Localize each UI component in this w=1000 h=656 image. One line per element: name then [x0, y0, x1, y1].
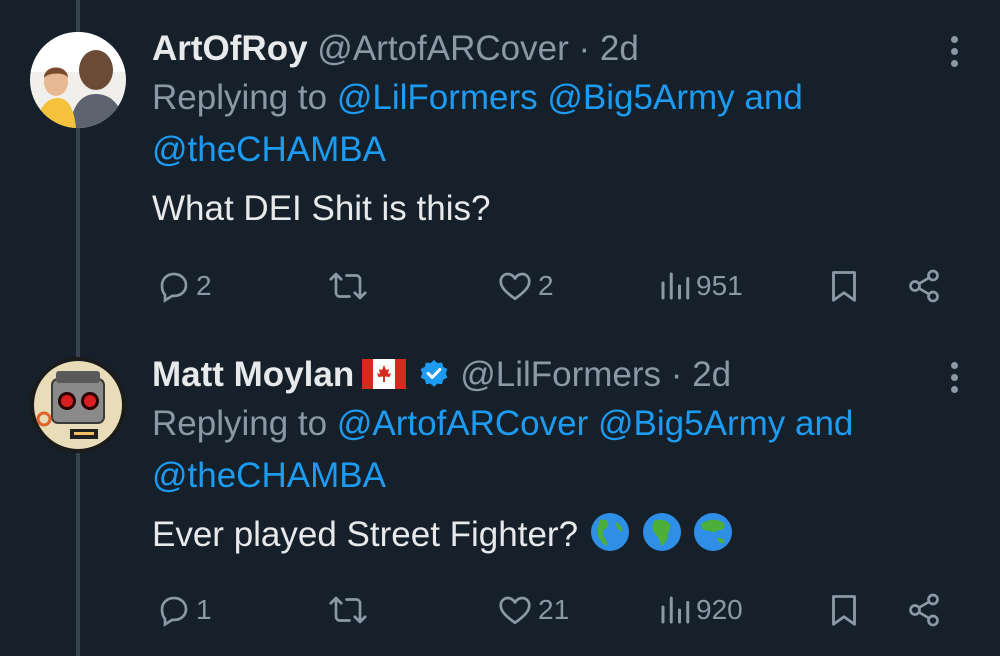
views-button[interactable]: 951	[658, 264, 743, 308]
user-handle[interactable]: @ArtofARCover	[317, 29, 568, 68]
tweet-header: Matt Moylan @LilFormers · 2d	[152, 352, 940, 398]
mention-link[interactable]: @Big5Army	[547, 78, 734, 117]
analytics-icon	[661, 272, 690, 300]
bookmark-icon	[832, 271, 856, 302]
mention-and[interactable]: and	[744, 78, 802, 117]
separator: ·	[578, 29, 591, 68]
replying-to: Replying to @ArtofARCover @Big5Army and …	[152, 398, 940, 502]
globe-americas-icon	[590, 513, 629, 551]
repost-button[interactable]	[328, 588, 372, 632]
separator: ·	[670, 355, 683, 394]
like-count: 2	[538, 270, 554, 301]
mention-link[interactable]: @ArtofARCover	[337, 404, 588, 443]
action-bar: 1 21 920	[150, 588, 950, 632]
display-name[interactable]: Matt Moylan	[152, 355, 354, 394]
heart-icon	[499, 272, 531, 301]
repost-icon	[329, 596, 367, 624]
action-bar: 2 2 951	[150, 264, 950, 308]
like-button[interactable]: 2	[496, 264, 554, 308]
mention-link[interactable]: @theCHAMBA	[152, 130, 386, 169]
analytics-icon	[661, 596, 690, 624]
like-button[interactable]: 21	[496, 588, 569, 632]
mention-link[interactable]: @Big5Army	[598, 404, 785, 443]
avatar[interactable]	[30, 357, 126, 453]
like-count: 21	[538, 594, 570, 625]
tweet-text: Ever played Street Fighter?	[152, 512, 940, 558]
globe-africa-icon	[642, 513, 681, 551]
repost-icon	[329, 272, 367, 300]
tweet-text-content: Ever played Street Fighter?	[152, 515, 579, 554]
heart-icon	[499, 596, 531, 625]
avatar-robot-icon	[30, 357, 126, 453]
share-icon	[909, 593, 939, 627]
reply-button[interactable]: 1	[156, 588, 212, 632]
timestamp[interactable]: 2d	[692, 355, 731, 394]
views-button[interactable]: 920	[658, 588, 743, 632]
avatar[interactable]	[30, 32, 126, 128]
repost-button[interactable]	[328, 264, 372, 308]
mention-link[interactable]: @LilFormers	[337, 78, 538, 117]
reply-icon	[160, 272, 188, 303]
share-icon	[909, 269, 939, 303]
replying-to: Replying to @LilFormers @Big5Army and @t…	[152, 72, 940, 176]
reply-button[interactable]: 2	[156, 264, 212, 308]
share-button[interactable]	[906, 588, 942, 632]
tweet-reply[interactable]: Matt Moylan @LilFormers · 2d Replying to …	[0, 326, 1000, 656]
timestamp[interactable]: 2d	[600, 29, 639, 68]
tweet-header: ArtOfRoy @ArtofARCover · 2d	[152, 26, 940, 72]
more-options-icon[interactable]	[948, 36, 960, 72]
avatar-photo-icon	[30, 32, 126, 128]
view-count: 951	[696, 270, 743, 301]
share-button[interactable]	[906, 264, 942, 308]
canada-flag-icon	[362, 359, 407, 389]
globe-asia-icon	[694, 513, 733, 551]
reply-icon	[160, 596, 188, 627]
bookmark-button[interactable]	[828, 264, 860, 308]
mention-and[interactable]: and	[795, 404, 853, 443]
user-handle[interactable]: @LilFormers	[460, 355, 661, 394]
replying-to-label: Replying to	[152, 78, 328, 117]
view-count: 920	[696, 594, 743, 625]
reply-count: 1	[196, 594, 212, 625]
more-options-icon[interactable]	[948, 362, 960, 398]
bookmark-icon	[832, 595, 856, 626]
bookmark-button[interactable]	[828, 588, 860, 632]
verified-badge-icon	[420, 360, 448, 387]
mention-link[interactable]: @theCHAMBA	[152, 456, 386, 495]
tweet-reply[interactable]: ArtOfRoy @ArtofARCover · 2d Replying to …	[0, 0, 1000, 326]
tweet-text: What DEI Shit is this?	[152, 189, 491, 228]
replying-to-label: Replying to	[152, 404, 328, 443]
display-name[interactable]: ArtOfRoy	[152, 29, 308, 68]
reply-count: 2	[196, 270, 212, 301]
